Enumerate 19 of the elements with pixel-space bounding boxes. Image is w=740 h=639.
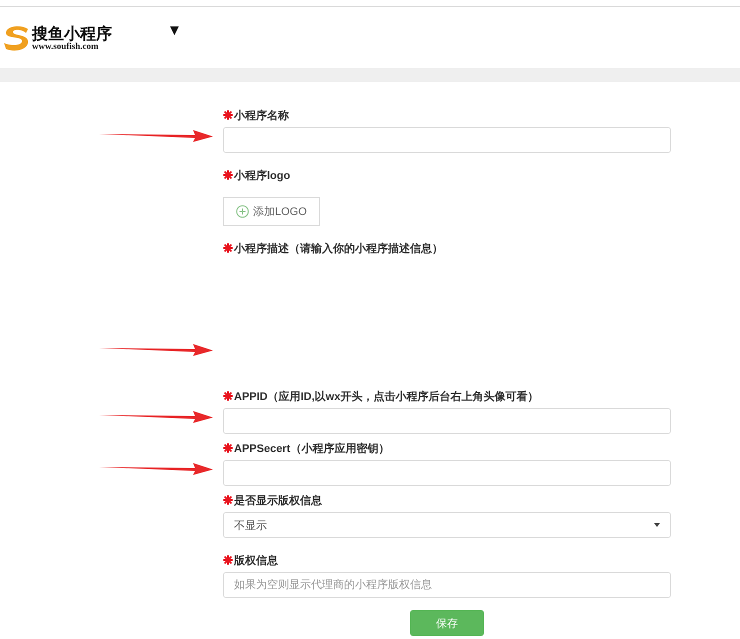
- dropdown-toggle[interactable]: ▼: [167, 22, 182, 39]
- caret-icon: [654, 523, 660, 527]
- input-field[interactable]: [223, 127, 671, 153]
- logo-icon: [2, 24, 30, 50]
- field-label: APPSecert（小程序应用密钥）: [234, 442, 390, 456]
- field-label: 小程序描述（请输入你的小程序描述信息）: [234, 242, 443, 256]
- field-label: 是否显示版权信息: [234, 494, 322, 508]
- select-field[interactable]: 不显示: [223, 512, 671, 538]
- add-logo-button[interactable]: 添加LOGO: [223, 197, 320, 226]
- field-label: 小程序logo: [234, 168, 290, 182]
- field-label: 版权信息: [234, 554, 278, 568]
- brand-name: 搜鱼小程序: [32, 24, 112, 42]
- plus-icon: [236, 205, 249, 218]
- input-field[interactable]: 如果为空则显示代理商的小程序版权信息: [223, 572, 671, 598]
- input-field[interactable]: [223, 408, 671, 434]
- brand-url: www.soufish.com: [32, 42, 99, 50]
- input-field[interactable]: [223, 460, 671, 486]
- field-label: 小程序名称: [234, 108, 289, 122]
- field-label: APPID（应用ID,以wx开头，点击小程序后台右上角头像可看）: [234, 390, 538, 404]
